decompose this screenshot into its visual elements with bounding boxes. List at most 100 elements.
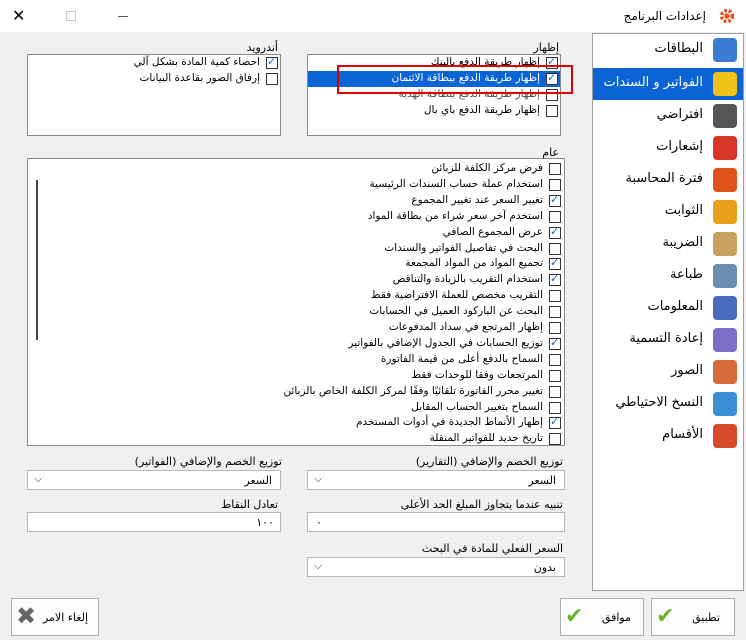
checkbox-label: عرض المجموع الصافي [442, 225, 543, 238]
checkbox-row[interactable]: البحث عن الباركود العميل في الحسابات [30, 304, 561, 320]
checkbox-row[interactable]: البحث في تفاصيل الفواتير والسندات [30, 241, 561, 257]
checkbox-row[interactable]: المرتجعات وفقا للوحدات فقط [30, 368, 561, 384]
checkbox-label: إرفاق الصور بقاعدة البيانات [139, 72, 260, 84]
checkbox[interactable] [549, 322, 561, 334]
checkbox-row[interactable]: التقريب مخصص للعملة الافتراضية فقط [30, 288, 561, 304]
calendar-icon [713, 168, 737, 192]
nav-item-12[interactable]: الأقسام [593, 420, 743, 452]
tax-icon [713, 232, 737, 256]
checkbox-row[interactable]: إظهار الأنماط الجديدة في أدوات المستخدم [30, 415, 561, 431]
scrollbar-thumb[interactable] [36, 180, 38, 340]
nav-item-10[interactable]: الصور [593, 356, 743, 388]
checkbox[interactable] [549, 415, 561, 430]
warn-exceed-value: ٠ [316, 516, 322, 529]
points-equiv-value: ١٠٠ [256, 516, 274, 529]
checkbox[interactable] [549, 225, 561, 239]
discount-reports-label: توزيع الخصم والإضافي (التقارير) [415, 455, 563, 468]
chevron-down-icon: ⌵ [314, 472, 323, 485]
checkbox[interactable] [549, 290, 561, 303]
checkbox[interactable] [549, 163, 561, 175]
chevron-down-icon: ⌵ [314, 559, 323, 572]
bell-icon [713, 136, 737, 160]
checkbox[interactable] [549, 401, 561, 414]
checkbox-row[interactable]: السماح بالدفع أعلى من قيمة الفاتورة [30, 352, 561, 368]
checkbox[interactable] [549, 385, 561, 398]
minimize-icon[interactable] [118, 16, 128, 17]
checkbox[interactable] [549, 272, 561, 287]
checkbox-row[interactable]: إرفاق الصور بقاعدة البيانات [30, 71, 278, 87]
checkbox-row[interactable]: تاريخ جديد للفواتير المنقلة [30, 431, 561, 447]
checkbox[interactable] [549, 306, 561, 319]
maximize-icon[interactable] [66, 11, 76, 21]
checkbox[interactable] [549, 242, 561, 255]
nav-item-8[interactable]: المعلومات [593, 292, 743, 324]
checkbox[interactable] [549, 193, 561, 207]
close-icon[interactable]: ✕ [12, 6, 25, 25]
nav-item-label: البطاقات [654, 41, 703, 56]
cancel-button[interactable]: ✖ إلغاء الامر [11, 598, 99, 636]
checkbox-label: تغيير السعر عند تغيير المجموع [411, 193, 543, 206]
checkbox-row[interactable]: تغيير السعر عند تغيير المجموع [30, 193, 561, 209]
checkbox-row[interactable]: عرض المجموع الصافي [30, 225, 561, 241]
window-title: إعدادات البرنامج [623, 9, 706, 23]
checkbox[interactable] [546, 105, 558, 117]
checkbox-label: تجميع المواد من المواد المجمعة [405, 257, 543, 270]
nav-item-11[interactable]: النسخ الاحتياطي [593, 388, 743, 420]
nav-item-label: افتراضي [656, 107, 703, 122]
nav-item-4[interactable]: فترة المحاسبة [593, 164, 743, 196]
checkbox-row[interactable]: استخدم آخر سعر شراء من بطاقة المواد [30, 209, 561, 225]
actual-price-select[interactable]: بدون ⌵ [307, 557, 565, 577]
checkbox-row[interactable]: استخدام عملة حساب السندات الرئيسية [30, 177, 561, 193]
nav-item-label: المعلومات [647, 299, 703, 314]
checkbox[interactable] [549, 433, 561, 446]
discount-invoices-value: السعر [244, 474, 272, 487]
checkbox-label: إظهار المرتجع في سداد المدفوعات [388, 321, 543, 333]
discount-reports-select[interactable]: السعر ⌵ [307, 470, 565, 490]
gear-icon [719, 8, 735, 24]
checkbox-row[interactable]: استخدام التقريب بالزيادة والتناقص [30, 272, 561, 288]
checkbox-label: فرض مركز الكلفة للزبائن [431, 162, 543, 174]
nav-item-3[interactable]: إشعارات [593, 132, 743, 164]
points-equiv-label: تعادل النقاط [221, 498, 278, 511]
checkbox-row[interactable]: إظهار المرتجع في سداد المدفوعات [30, 320, 561, 336]
checkbox[interactable] [266, 73, 278, 85]
discount-invoices-select[interactable]: السعر ⌵ [27, 470, 281, 490]
checkbox-row[interactable]: إظهار طريقة الدفع باي بال [310, 103, 558, 119]
settings-nav: البطاقات الفواتير و السندات افتراضي إشعارات… [592, 33, 744, 591]
discount-invoices-label: توزيع الخصم والإضافي (الفواتير) [134, 455, 282, 468]
nav-item-label: النسخ الاحتياطي [615, 395, 703, 410]
info-icon [713, 296, 737, 320]
checkbox[interactable] [549, 336, 561, 350]
nav-item-6[interactable]: الضريبة [593, 228, 743, 260]
printer-icon [713, 264, 737, 288]
checkbox[interactable] [549, 369, 561, 382]
checkbox[interactable] [549, 178, 561, 191]
checkbox[interactable] [549, 256, 561, 271]
points-equiv-input[interactable]: ١٠٠ [27, 512, 281, 532]
checkbox[interactable] [549, 210, 561, 223]
nav-item-0[interactable]: البطاقات [593, 34, 743, 66]
ok-button[interactable]: ✔ موافق [560, 598, 644, 636]
checkbox-row[interactable]: توزيع الحسابات في الجدول الإضافي بالفوات… [30, 336, 561, 352]
apply-button[interactable]: ✔ تطبيق [651, 598, 735, 636]
checkbox-row[interactable]: تجميع المواد من المواد المجمعة [30, 256, 561, 272]
checkbox[interactable] [549, 353, 561, 366]
warn-exceed-input[interactable]: ٠ [307, 512, 565, 532]
checkbox-row[interactable]: السماح بتغيير الحساب المقابل [30, 400, 561, 416]
checkbox-row[interactable]: احصاء كمية المادة بشكل آلي [30, 55, 278, 71]
nav-item-7[interactable]: طباعة [593, 260, 743, 292]
nav-item-1[interactable]: الفواتير و السندات [593, 68, 743, 100]
checkbox-label: استخدم آخر سعر شراء من بطاقة المواد [367, 209, 543, 222]
nav-item-label: طباعة [670, 267, 703, 282]
nav-item-5[interactable]: الثوابت [593, 196, 743, 228]
bills-icon [713, 72, 737, 96]
checkbox[interactable] [266, 55, 278, 69]
checkbox-row[interactable]: فرض مركز الكلفة للزبائن [30, 161, 561, 177]
rename-icon [713, 328, 737, 352]
nav-item-2[interactable]: افتراضي [593, 100, 743, 132]
apply-button-label: تطبيق [692, 611, 720, 624]
checkbox-row[interactable]: تغيير محرر الفاتورة تلقائيًا وفقًا لمركز… [30, 384, 561, 400]
nav-item-9[interactable]: إعادة التسمية [593, 324, 743, 356]
actual-price-value: بدون [533, 561, 556, 574]
default-gear-icon [713, 104, 737, 128]
